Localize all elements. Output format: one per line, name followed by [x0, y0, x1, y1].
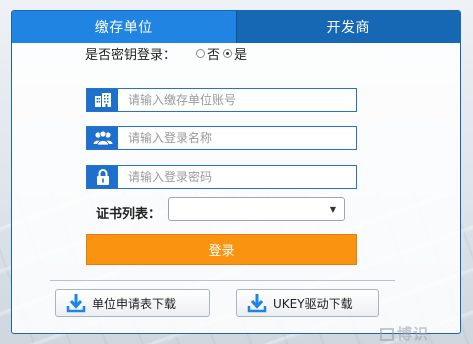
watermark-logo-icon — [380, 328, 394, 341]
tab-deposit-unit[interactable]: 缴存单位 — [12, 11, 236, 43]
download-application-form-label: 单位申请表下载 — [92, 296, 177, 311]
divider — [50, 280, 395, 281]
radio-no[interactable] — [196, 49, 206, 58]
cert-list-select[interactable]: ▼ — [168, 197, 345, 221]
key-login-option-no-label: 否 — [207, 48, 221, 63]
watermark: 博识 — [380, 323, 429, 344]
building-icon — [87, 89, 118, 111]
download-application-form-button[interactable]: 单位申请表下载 — [55, 289, 210, 317]
download-ukey-driver-button[interactable]: UKEY驱动下载 — [236, 289, 379, 317]
username-field — [86, 126, 357, 150]
tab-developer-label: 开发商 — [326, 20, 370, 36]
login-tabs: 缴存单位 开发商 — [12, 11, 460, 43]
watermark-text: 博识 — [397, 325, 430, 343]
account-input[interactable] — [118, 89, 350, 111]
login-button[interactable]: 登录 — [86, 234, 357, 265]
account-field — [86, 88, 357, 112]
lock-icon — [87, 166, 118, 188]
username-input[interactable] — [118, 127, 350, 149]
download-icon — [247, 294, 267, 313]
password-field — [86, 165, 357, 189]
key-login-label: 是否密钥登录： — [85, 48, 177, 63]
key-login-option-yes[interactable]: 是 — [223, 44, 247, 63]
radio-yes[interactable] — [223, 49, 233, 58]
key-login-toggle: 是否密钥登录： 否 是 — [85, 44, 250, 63]
users-icon — [87, 127, 118, 149]
password-input[interactable] — [118, 166, 350, 188]
download-ukey-driver-label: UKEY驱动下载 — [273, 296, 353, 311]
key-login-option-yes-label: 是 — [234, 48, 248, 63]
tab-developer[interactable]: 开发商 — [235, 11, 460, 43]
download-icon — [66, 294, 86, 313]
cert-list-label: 证书列表： — [96, 207, 162, 222]
key-login-option-no[interactable]: 否 — [196, 44, 220, 63]
chevron-down-icon: ▼ — [329, 204, 336, 214]
tab-deposit-unit-label: 缴存单位 — [94, 20, 153, 36]
